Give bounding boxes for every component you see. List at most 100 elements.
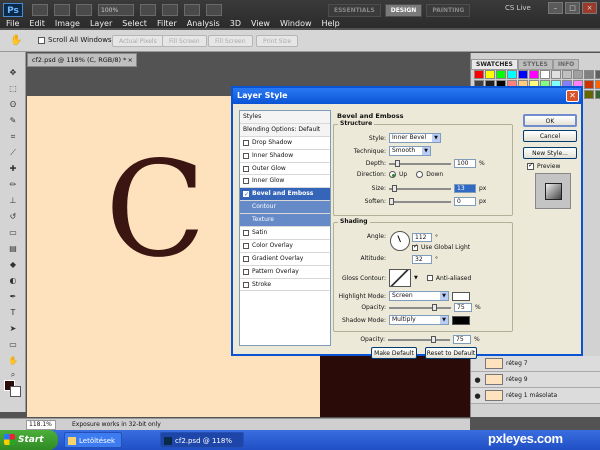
style-item-stroke[interactable]: Stroke (240, 279, 330, 292)
menu-select[interactable]: Select (122, 19, 147, 29)
reset-default-button[interactable]: Reset to Default (425, 347, 477, 359)
highlight-color-swatch[interactable] (452, 291, 470, 301)
angle-dial[interactable] (390, 231, 410, 251)
arrange-documents-icon[interactable] (184, 4, 200, 16)
cancel-button[interactable]: Cancel (523, 130, 577, 142)
dodge-tool-icon[interactable]: ◐ (6, 274, 20, 287)
style-checkbox[interactable] (243, 152, 249, 159)
bridge-icon[interactable] (32, 4, 48, 16)
layer-row[interactable]: réteg 7 (471, 356, 600, 372)
blending-options[interactable]: Blending Options: Default (240, 123, 330, 137)
swatch-cell[interactable] (540, 70, 550, 79)
anti-aliased-checkbox[interactable] (426, 275, 433, 281)
scroll-all-windows-option[interactable]: Scroll All Windows (38, 36, 112, 44)
print-size-button[interactable]: Print Size (256, 35, 299, 47)
style-checkbox[interactable] (243, 229, 249, 236)
zoom-select[interactable]: 100% (98, 4, 134, 16)
swatch-cell[interactable] (584, 90, 594, 99)
menu-3d[interactable]: 3D (230, 19, 241, 29)
style-item-bevel-and-emboss[interactable]: ✓ Bevel and Emboss (240, 188, 330, 202)
crop-tool-icon[interactable]: ⌗ (6, 130, 20, 143)
healing-brush-tool-icon[interactable]: ✚ (6, 162, 20, 175)
highlight-opacity-knob[interactable] (432, 303, 437, 311)
cs-live-button[interactable]: CS Live (505, 4, 531, 12)
pen-tool-icon[interactable]: ✒ (6, 290, 20, 303)
style-item-gradient-overlay[interactable]: Gradient Overlay (240, 253, 330, 266)
angle-input[interactable]: 112 (412, 233, 432, 242)
move-tool-icon[interactable]: ✥ (6, 66, 20, 79)
menu-edit[interactable]: Edit (29, 19, 45, 29)
workspace-essentials[interactable]: ESSENTIALS (328, 4, 381, 17)
path-selection-tool-icon[interactable]: ➤ (6, 322, 20, 335)
swatch-cell[interactable] (507, 70, 517, 79)
layer-row[interactable]: ● réteg 9 (471, 372, 600, 388)
size-slider-knob[interactable] (392, 184, 397, 192)
style-checkbox[interactable] (243, 281, 249, 288)
preview-checkbox[interactable]: ✓ (527, 161, 534, 170)
swatch-cell[interactable] (595, 80, 600, 89)
eye-icon[interactable]: ● (473, 376, 482, 384)
screen-mode-icon[interactable] (206, 4, 222, 16)
gloss-contour-picker[interactable] (389, 269, 411, 287)
hand-tool-icon[interactable]: ✋ (10, 34, 24, 47)
menu-help[interactable]: Help (322, 19, 340, 29)
tab-styles[interactable]: STYLES (517, 59, 553, 70)
task-photoshop[interactable]: cf2.psd @ 118% (C, ... (160, 432, 244, 448)
shadow-mode-select[interactable]: Multiply ▼ (389, 315, 449, 325)
soften-slider-knob[interactable] (389, 197, 394, 205)
shadow-opacity-slider[interactable] (388, 335, 450, 343)
style-item-inner-shadow[interactable]: Inner Shadow (240, 150, 330, 163)
eraser-tool-icon[interactable]: ▭ (6, 226, 20, 239)
style-checkbox[interactable] (243, 242, 249, 249)
gradient-tool-icon[interactable]: ▤ (6, 242, 20, 255)
menu-filter[interactable]: Filter (157, 19, 177, 29)
styles-header[interactable]: Styles (240, 111, 330, 124)
quick-select-tool-icon[interactable]: ✎ (6, 114, 20, 127)
close-tab-icon[interactable]: × (128, 54, 133, 67)
size-slider[interactable] (389, 184, 451, 192)
highlight-mode-select[interactable]: Screen ▼ (389, 291, 449, 301)
swatch-cell[interactable] (595, 90, 600, 99)
swatch-cell[interactable] (529, 70, 539, 79)
maximize-icon[interactable]: □ (565, 2, 580, 14)
close-icon[interactable]: ✕ (566, 90, 579, 102)
style-item-color-overlay[interactable]: Color Overlay (240, 240, 330, 253)
menu-view[interactable]: View (251, 19, 270, 29)
brush-tool-icon[interactable]: ✏ (6, 178, 20, 191)
background-color-swatch[interactable] (10, 386, 21, 397)
new-style-button[interactable]: New Style... (523, 147, 577, 159)
mini-bridge-icon[interactable] (54, 4, 70, 16)
workspace-design[interactable]: DESIGN (384, 4, 423, 17)
zoom-level-field[interactable]: 118.1% (26, 420, 56, 430)
soften-slider[interactable] (389, 197, 451, 205)
rotate-view-icon[interactable] (162, 4, 178, 16)
swatch-cell[interactable] (518, 70, 528, 79)
ok-button[interactable]: OK (523, 114, 577, 127)
clone-stamp-tool-icon[interactable]: ⊥ (6, 194, 20, 207)
extras-icon[interactable] (76, 4, 92, 16)
menu-file[interactable]: File (6, 19, 19, 29)
swatch-cell[interactable] (584, 70, 594, 79)
swatch-cell[interactable] (573, 70, 583, 79)
style-item-contour[interactable]: Contour (240, 201, 330, 215)
soften-input[interactable]: 0 (454, 197, 476, 206)
direction-up-radio[interactable] (389, 171, 396, 178)
swatch-cell[interactable] (496, 70, 506, 79)
style-item-satin[interactable]: Satin (240, 227, 330, 240)
workspace-painting[interactable]: PAINTING (426, 4, 471, 17)
make-default-button[interactable]: Make Default (371, 347, 417, 359)
actual-pixels-button[interactable]: Actual Pixels (112, 35, 164, 47)
style-checkbox[interactable] (243, 178, 249, 185)
type-tool-icon[interactable]: T (6, 306, 20, 319)
swatch-cell[interactable] (474, 70, 484, 79)
history-brush-tool-icon[interactable]: ↺ (6, 210, 20, 223)
highlight-opacity-slider[interactable] (389, 303, 451, 311)
swatch-cell[interactable] (485, 70, 495, 79)
start-button[interactable]: Start (0, 430, 58, 450)
shadow-opacity-knob[interactable] (431, 335, 436, 343)
shape-tool-icon[interactable]: ▭ (6, 338, 20, 351)
altitude-input[interactable]: 32 (412, 255, 432, 264)
lasso-tool-icon[interactable]: ʘ (6, 98, 20, 111)
scroll-all-checkbox[interactable] (38, 36, 45, 44)
style-checkbox[interactable] (243, 139, 249, 146)
